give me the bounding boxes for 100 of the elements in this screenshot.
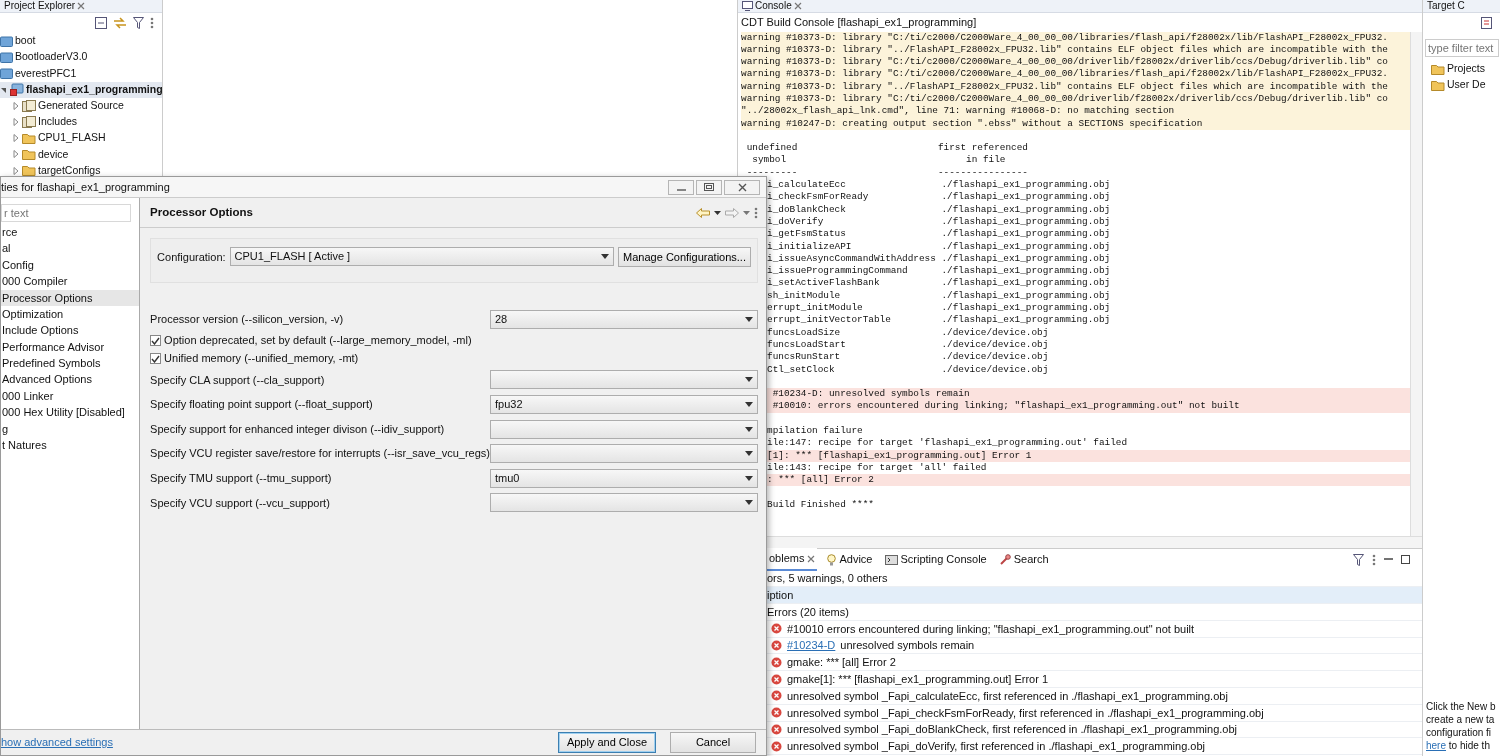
- tree-item[interactable]: Generated Source: [0, 97, 124, 114]
- configuration-dropdown[interactable]: CPU1_FLASH [ Active ]: [229, 247, 615, 266]
- checkbox[interactable]: [150, 335, 162, 347]
- dialog-button[interactable]: Cancel: [670, 732, 756, 753]
- problem-text: unresolved symbol _Fapi_calculateEcc, first referenced in ./flashapi_ex1_programming.obj: [787, 688, 1228, 704]
- tree-item[interactable]: BootloaderV3.0: [0, 49, 88, 66]
- console-line: i_checkFsmForReady ./flashapi_ex1_programming.obj: [767, 191, 1111, 203]
- console-line: i_getFsmStatus ./flashapi_ex1_programming.obj: [767, 228, 1111, 240]
- maximize-button[interactable]: [696, 179, 722, 195]
- tree-item[interactable]: flashapi_ex1_programming: [0, 81, 162, 98]
- tree-item[interactable]: Optimization: [1, 305, 140, 323]
- hide-link[interactable]: here: [1426, 740, 1446, 751]
- tree-item[interactable]: Performance Advisor: [1, 338, 140, 356]
- panel-tab[interactable]: Advice: [825, 549, 875, 570]
- tree-item[interactable]: everestPFC1: [0, 65, 77, 82]
- panel-tab[interactable]: Search: [996, 549, 1051, 570]
- close-icon[interactable]: [807, 554, 816, 563]
- view-menu-icon[interactable]: [754, 206, 758, 219]
- option-dropdown[interactable]: fpu32: [490, 395, 758, 414]
- error-icon: [771, 690, 782, 702]
- filter-field[interactable]: r text: [1, 204, 131, 222]
- tree-item[interactable]: targetConfigs: [0, 162, 101, 179]
- minimize-button[interactable]: [668, 179, 694, 195]
- maximize-icon: [704, 183, 714, 191]
- view-menu-icon[interactable]: [1372, 553, 1376, 566]
- close-button[interactable]: [724, 179, 760, 195]
- console-line: : *** [all] Error 2: [767, 474, 874, 486]
- console-line: i_initializeAPI ./flashapi_ex1_programming.obj: [767, 240, 1111, 252]
- tree-item[interactable]: Predefined Symbols: [1, 355, 140, 372]
- folder-icon: [0, 51, 13, 63]
- tree-item[interactable]: CPU1_FLASH: [0, 130, 106, 147]
- tree-item[interactable]: 000 Hex Utility [Disabled]: [1, 404, 140, 421]
- tree-item[interactable]: device: [0, 146, 69, 163]
- hint-text: Click the New b: [1425, 700, 1497, 713]
- option-label: Processor version (--silicon_version, -v): [150, 312, 344, 328]
- option-dropdown[interactable]: tmu0: [490, 468, 758, 488]
- error-icon: [771, 640, 782, 652]
- project-icon: [10, 83, 24, 97]
- tree-item[interactable]: 000 Linker: [1, 387, 140, 405]
- tree-item[interactable]: Includes: [0, 113, 78, 131]
- horizontal-scrollbar[interactable]: [767, 535, 1422, 548]
- view-menu-icon[interactable]: [150, 17, 154, 29]
- collapse-all-icon[interactable]: [95, 17, 107, 29]
- option-dropdown[interactable]: [490, 493, 758, 513]
- advanced-settings-link[interactable]: how advanced settings: [1, 734, 113, 751]
- folder-icon: [0, 35, 13, 47]
- folder-icon: [0, 67, 13, 79]
- tree-item[interactable]: t Natures: [1, 437, 140, 454]
- tree-item[interactable]: User De: [1423, 77, 1486, 94]
- maximize-icon[interactable]: [1401, 555, 1410, 564]
- tree-item[interactable]: Include Options: [1, 322, 140, 339]
- tree-item[interactable]: Config: [1, 256, 140, 274]
- console-line: warning #10247-D: creating output section ".ebss" without a SECTIONS specification: [741, 117, 1203, 129]
- dialog-button[interactable]: Apply and Close: [557, 732, 656, 753]
- tree-item[interactable]: Projects: [1423, 61, 1485, 78]
- expand-arrow-icon[interactable]: [12, 133, 20, 144]
- option-label: Specify VCU register save/restore for interrupts (--isr_save_vcu_regs): [150, 446, 490, 462]
- panel-tab[interactable]: Scripting Console: [882, 549, 989, 570]
- console-line: i_issueProgrammingCommand ./flashapi_ex1_programming.obj: [767, 265, 1111, 277]
- filter-icon[interactable]: [133, 17, 144, 29]
- filter-icon[interactable]: [1353, 553, 1364, 566]
- error-code-link[interactable]: #10234-D: [787, 637, 836, 654]
- problem-text: #10010 errors encountered during linking; "flashapi_ex1_programming.out" not built: [787, 621, 1195, 637]
- new-config-icon[interactable]: [1481, 17, 1492, 29]
- console-line: i_doVerify ./flashapi_ex1_programming.obj: [767, 215, 1111, 227]
- tree-item[interactable]: boot: [0, 33, 36, 50]
- checkbox[interactable]: [150, 353, 162, 365]
- expand-arrow-icon[interactable]: [12, 165, 20, 176]
- option-label: Specify VCU support (--vcu_support): [150, 495, 330, 511]
- expand-arrow-icon[interactable]: [12, 117, 20, 128]
- dropdown-caret-icon: [745, 451, 753, 457]
- view-tab[interactable]: Console: [742, 0, 802, 12]
- column-header[interactable]: iption: [767, 586, 794, 604]
- vertical-scrollbar[interactable]: [1410, 31, 1422, 536]
- option-label: Option deprecated, set by default (--large_memory_model, -ml): [164, 333, 472, 349]
- option-dropdown[interactable]: [490, 370, 758, 390]
- tree-item[interactable]: g: [1, 420, 140, 438]
- console-line: warning #10373-D: library "../FlashAPI_F28002x_FPU32.lib" contains ELF object files which are incompatible with the: [741, 80, 1388, 92]
- problem-text: gmake: *** [all] Error 2: [787, 655, 896, 671]
- tree-item[interactable]: 000 Compiler: [1, 273, 140, 290]
- console-line: symbol in file: [751, 154, 1006, 166]
- link-arrows-icon[interactable]: [113, 17, 127, 29]
- dropdown-caret-icon[interactable]: [714, 210, 721, 215]
- error-icon: [771, 656, 782, 668]
- close-icon[interactable]: [793, 2, 802, 10]
- expand-arrow-icon[interactable]: [12, 149, 20, 160]
- tree-item[interactable]: al: [1, 240, 140, 257]
- close-icon[interactable]: [77, 2, 86, 10]
- expand-arrow-icon[interactable]: [12, 100, 20, 111]
- option-dropdown[interactable]: [490, 444, 758, 464]
- option-dropdown[interactable]: [490, 419, 758, 439]
- dropdown-caret-icon: [745, 402, 753, 407]
- manage-configurations-button[interactable]: Manage Configurations...: [618, 247, 751, 267]
- filter-field[interactable]: type filter text: [1425, 39, 1499, 57]
- tree-item[interactable]: Errors (20 items): [767, 603, 849, 621]
- panel-tab[interactable]: oblems: [767, 548, 818, 571]
- tree-item[interactable]: rce: [1, 224, 140, 241]
- tree-item[interactable]: Advanced Options: [1, 371, 140, 388]
- option-dropdown[interactable]: 28: [490, 309, 758, 329]
- tree-item[interactable]: Processor Options: [1, 289, 140, 306]
